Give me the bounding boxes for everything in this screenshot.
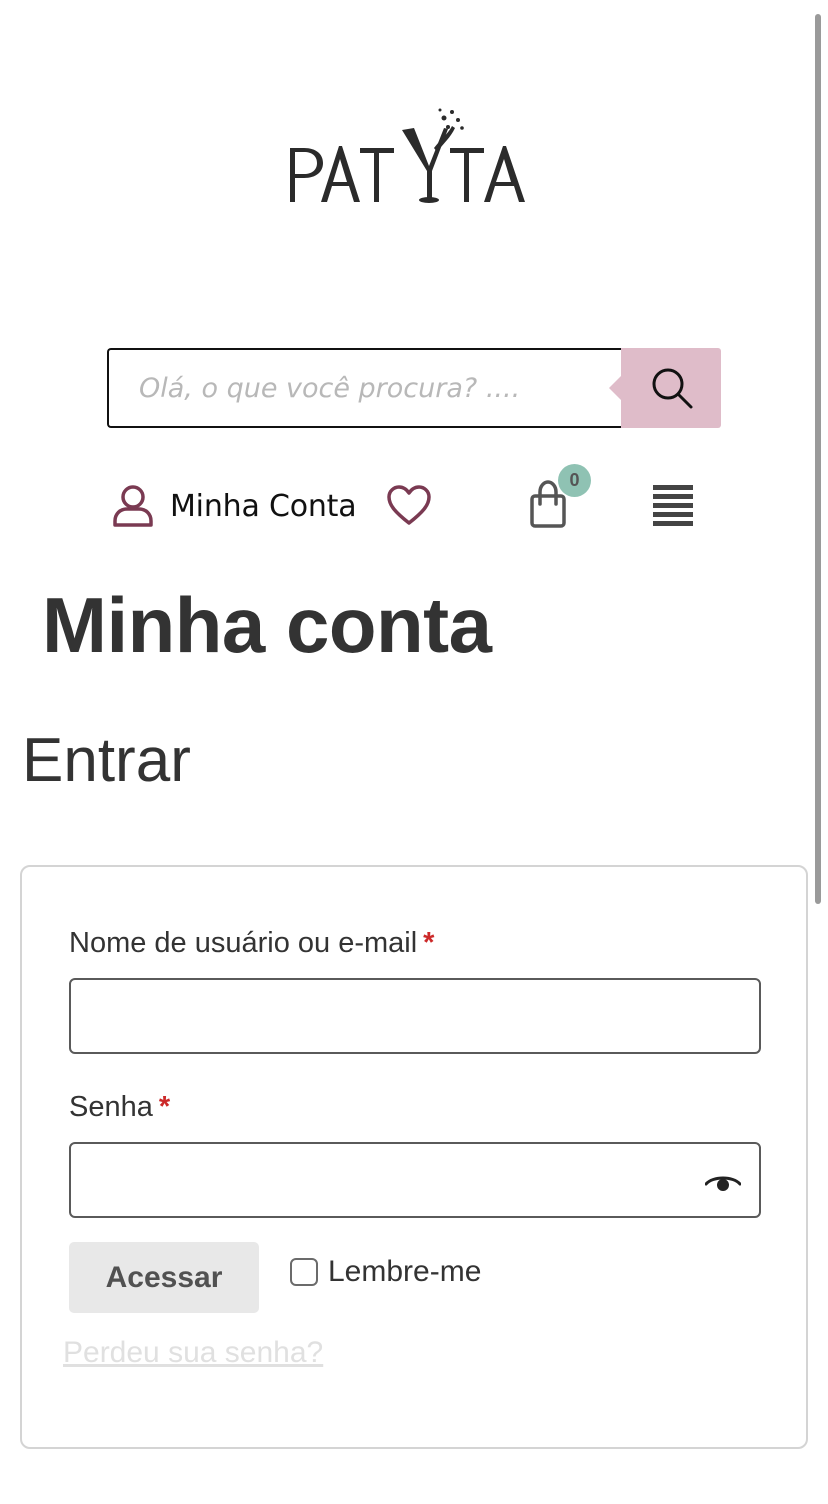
user-icon <box>113 485 153 527</box>
remember-me-label: Lembre-me <box>328 1255 482 1288</box>
eye-icon <box>704 1176 742 1191</box>
cart-button[interactable]: 0 <box>528 464 592 530</box>
password-label: Senha * <box>69 1091 170 1124</box>
required-marker: * <box>423 927 435 959</box>
heart-icon <box>387 485 431 525</box>
account-link[interactable]: Minha Conta <box>112 482 357 530</box>
username-label-text: Nome de usuário ou e-mail <box>69 927 418 959</box>
lost-password-link[interactable]: Perdeu sua senha? <box>63 1336 323 1370</box>
search-input[interactable] <box>107 348 621 428</box>
page: Minha Conta 0 Minha conta Entrar Nome de… <box>0 0 828 1504</box>
search-icon <box>652 368 693 409</box>
login-form: Nome de usuário ou e-mail * Senha * Acessa… <box>20 865 808 1449</box>
logo-image <box>290 108 525 203</box>
required-marker: * <box>158 1091 171 1123</box>
scrollbar[interactable] <box>815 14 821 904</box>
site-logo[interactable] <box>284 100 544 212</box>
password-input[interactable] <box>69 1142 761 1218</box>
search-bar <box>107 348 721 428</box>
login-title: Entrar <box>22 726 191 795</box>
password-label-text: Senha <box>69 1091 153 1123</box>
wishlist-button[interactable] <box>386 484 432 531</box>
page-title: Minha conta <box>42 581 492 669</box>
cart-count-badge: 0 <box>558 464 591 497</box>
login-submit-button[interactable]: Acessar <box>69 1242 259 1313</box>
account-label: Minha Conta <box>170 488 357 524</box>
remember-me-checkbox[interactable] <box>290 1258 318 1286</box>
username-label: Nome de usuário ou e-mail * <box>69 927 434 960</box>
password-toggle-button[interactable] <box>704 1172 742 1201</box>
hamburger-menu-icon <box>653 485 693 526</box>
menu-toggle-button[interactable] <box>652 484 694 531</box>
search-button[interactable] <box>609 348 721 428</box>
remember-me[interactable]: Lembre-me <box>290 1255 481 1289</box>
username-input[interactable] <box>69 978 761 1054</box>
